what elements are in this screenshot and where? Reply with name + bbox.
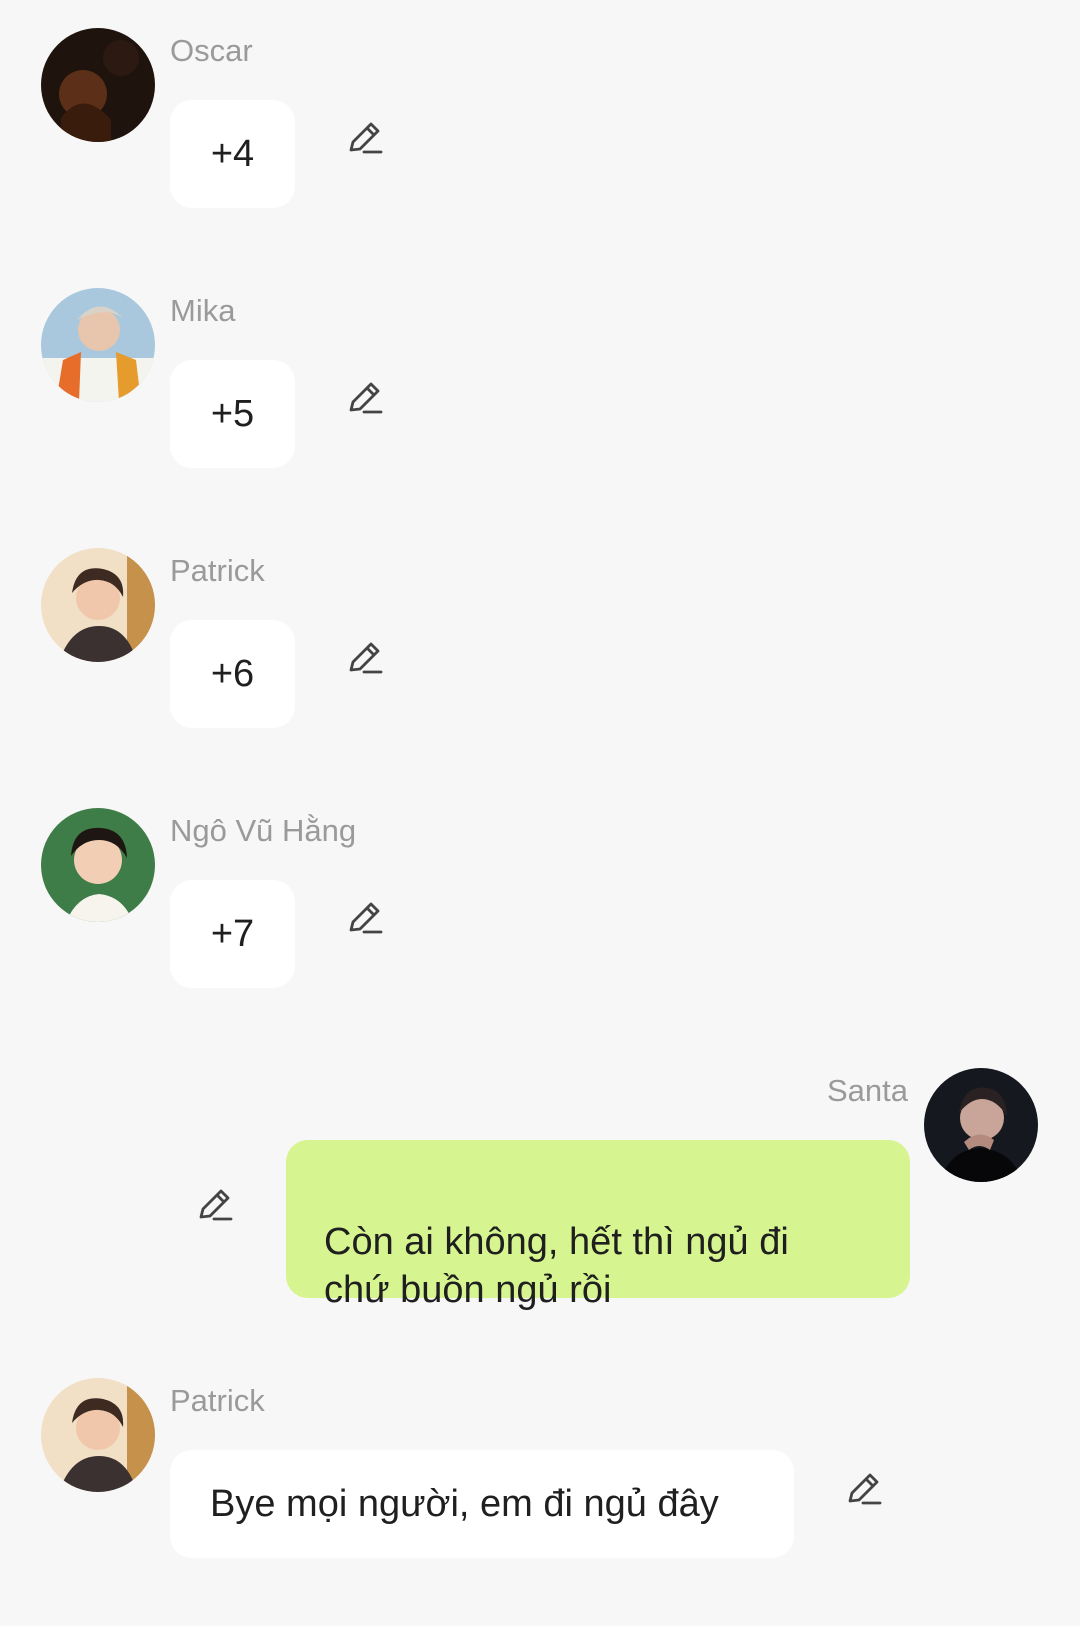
- chat-message: Patrick Bye mọi người, em đi ngủ đây: [0, 1350, 1080, 1590]
- pencil-edit-icon[interactable]: [343, 377, 387, 421]
- message-bubble[interactable]: +6: [170, 620, 295, 728]
- sender-name: Mika: [170, 293, 236, 328]
- pencil-edit-icon[interactable]: [343, 897, 387, 941]
- sender-name: Oscar: [170, 33, 253, 68]
- sender-name: Santa: [826, 1073, 908, 1108]
- chat-message: Oscar +4: [0, 0, 1080, 240]
- avatar[interactable]: [41, 288, 155, 402]
- avatar[interactable]: [41, 548, 155, 662]
- sender-name: Ngô Vũ Hằng: [170, 813, 357, 848]
- avatar[interactable]: [41, 808, 155, 922]
- message-text: Bye mọi người, em đi ngủ đây: [210, 1483, 719, 1525]
- avatar[interactable]: [41, 28, 155, 142]
- sender-name: Patrick: [170, 1383, 265, 1418]
- avatar[interactable]: [41, 1378, 155, 1492]
- message-text: +6: [210, 653, 255, 695]
- pencil-edit-icon[interactable]: [842, 1468, 886, 1512]
- message-bubble[interactable]: +7: [170, 880, 295, 988]
- message-text: +4: [210, 133, 255, 175]
- chat-message: Patrick +6: [0, 520, 1080, 760]
- avatar[interactable]: [924, 1068, 1038, 1182]
- message-text: +5: [210, 393, 255, 435]
- message-bubble[interactable]: +5: [170, 360, 295, 468]
- chat-message-list[interactable]: Oscar +4 Mika +5 Patrick +6 Ngô Vũ Hằng …: [0, 0, 1080, 1626]
- sender-name: Patrick: [170, 553, 265, 588]
- message-text: Còn ai không, hết thì ngủ đi chứ buồn ng…: [324, 1221, 789, 1311]
- message-bubble[interactable]: Bye mọi người, em đi ngủ đây: [170, 1450, 794, 1558]
- pencil-edit-icon[interactable]: [343, 637, 387, 681]
- message-text: +7: [210, 913, 255, 955]
- message-bubble[interactable]: +4: [170, 100, 295, 208]
- pencil-edit-icon[interactable]: [343, 117, 387, 161]
- pencil-edit-icon[interactable]: [193, 1184, 237, 1228]
- message-bubble[interactable]: Còn ai không, hết thì ngủ đi chứ buồn ng…: [286, 1140, 910, 1311]
- chat-message: Santa Còn ai không, hết thì ngủ đi chứ b…: [0, 1040, 1080, 1311]
- chat-message: Ngô Vũ Hằng +7: [0, 780, 1080, 1020]
- chat-message: Mika +5: [0, 260, 1080, 500]
